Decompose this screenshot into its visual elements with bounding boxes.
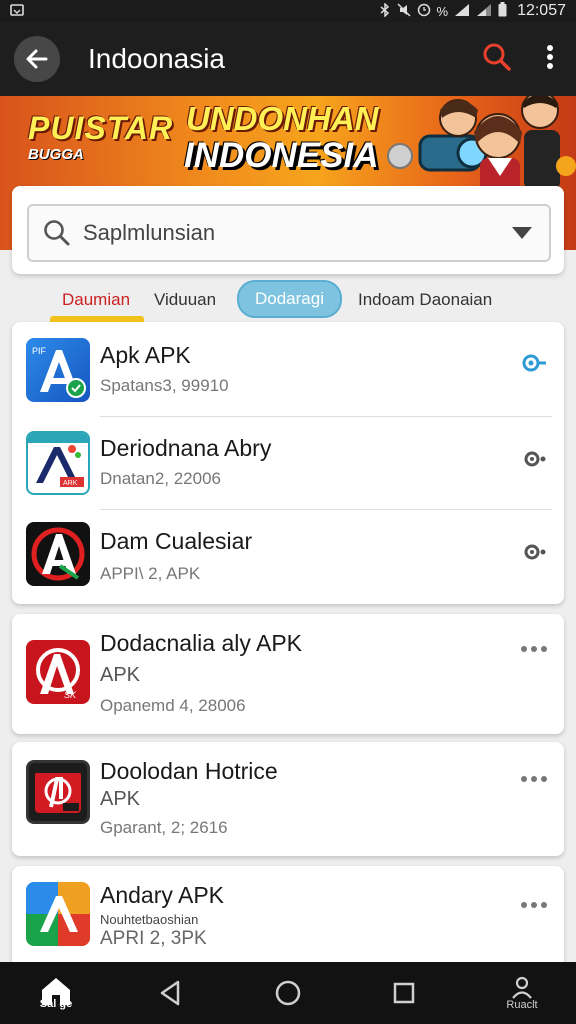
download-key-icon: [522, 354, 546, 372]
svg-text:PIF: PIF: [32, 346, 47, 356]
status-percent: %: [436, 3, 449, 19]
apk-a-teal-icon: ARK: [26, 431, 90, 495]
list-item[interactable]: Dam Cualesiar APPI\ 2, APK: [12, 510, 564, 604]
person-icon: [512, 976, 532, 999]
nav-home[interactable]: Sal ge: [22, 962, 90, 1024]
battery-icon: [498, 2, 507, 20]
mute-icon: [396, 2, 411, 20]
dropdown-arrow-icon[interactable]: [511, 226, 533, 240]
app-card[interactable]: SK Dodacnalia aly APK APK Opanemd 4, 280…: [12, 614, 564, 734]
search-field[interactable]: [27, 204, 551, 262]
app-title: Apk APK: [100, 342, 191, 368]
nav-back[interactable]: [150, 962, 190, 1024]
app-bar: Indoonasia: [0, 22, 576, 96]
svg-text:SK: SK: [64, 690, 77, 700]
app-subtitle: Opanemd 4, 28006: [100, 696, 246, 715]
apk-colorful-icon: [26, 882, 90, 946]
download-button[interactable]: [524, 542, 548, 567]
signal-icon: [454, 3, 470, 20]
apk-red-icon: SK: [26, 640, 90, 704]
triangle-back-icon: [160, 980, 180, 1006]
arrow-left-icon: [26, 49, 48, 69]
more-vert-icon: [547, 44, 553, 69]
nav-home-circle[interactable]: [268, 962, 308, 1024]
app-subtitle: Dnatan2, 22006: [100, 469, 221, 488]
banner-text-3: UNDONHAN: [186, 100, 379, 137]
tab-indoam-daonaian[interactable]: Indoam Daonaian: [358, 282, 492, 318]
more-options-button[interactable]: [520, 640, 548, 658]
banner-text-1: PUISTAR: [28, 110, 174, 146]
more-options-button[interactable]: [520, 770, 548, 788]
status-bar: % 12:057: [0, 0, 576, 22]
more-horiz-icon: [521, 902, 547, 908]
clock: 12:057: [517, 2, 566, 19]
svg-text:ARK: ARK: [63, 480, 78, 487]
download-key-icon: [524, 544, 546, 560]
app-title: Doolodan Hotrice: [100, 758, 278, 784]
more-horiz-icon: [521, 646, 547, 652]
notification-icon: [10, 3, 24, 20]
download-button[interactable]: [522, 352, 548, 379]
category-tabs: Daumian Viduuan Dodaragi Indoam Daonaian: [0, 278, 576, 322]
search-card: [12, 186, 564, 274]
app-subtitle: Spatans3, 99910: [100, 376, 229, 395]
nav-recents[interactable]: [384, 962, 424, 1024]
square-recents-icon: [393, 982, 415, 1004]
more-horiz-icon: [521, 776, 547, 782]
app-title: Dam Cualesiar: [100, 528, 253, 554]
tab-daumian[interactable]: Daumian: [62, 282, 130, 318]
app-subtitle: APPI\ 2, APK: [100, 564, 201, 583]
search-icon: [483, 43, 511, 71]
bluetooth-icon: [379, 1, 391, 20]
app-overlay-text: Nouhtetbaoshian: [100, 912, 199, 927]
app-title: Dodacnalia aly APK: [100, 630, 303, 656]
apk-black-red-icon: [26, 760, 90, 824]
app-type: APRI 2, 3PK: [100, 928, 207, 949]
app-subtitle: Gparant, 2; 2616: [100, 818, 228, 837]
nav-profile-label: Ruaclt: [506, 999, 538, 1011]
search-icon: [44, 220, 70, 246]
page-title: Indoonasia: [88, 43, 226, 74]
search-input[interactable]: [83, 220, 483, 246]
more-options-button[interactable]: [520, 896, 548, 914]
search-button[interactable]: [482, 42, 512, 77]
list-item[interactable]: PIF Apk APK Spatans3, 99910: [12, 322, 564, 416]
app-title: Andary APK: [100, 882, 225, 908]
back-button[interactable]: [14, 36, 60, 82]
app-type: APK: [100, 788, 141, 810]
download-button[interactable]: [524, 449, 548, 474]
list-item[interactable]: ARK Deriodnana Abry Dnatan2, 22006: [12, 417, 564, 509]
tab-dodaragi[interactable]: Dodaragi: [237, 280, 342, 318]
app-type: APK: [100, 664, 141, 686]
signal-icon-2: [476, 3, 492, 20]
download-key-icon: [524, 451, 546, 467]
apk-a-black-icon: [26, 522, 90, 586]
nav-profile[interactable]: Ruaclt: [494, 962, 550, 1024]
banner-text-2: BUGGA: [28, 146, 84, 163]
app-title: Deriodnana Abry: [100, 435, 272, 461]
app-card[interactable]: Doolodan Hotrice APK Gparant, 2; 2616: [12, 742, 564, 856]
circle-home-icon: [275, 980, 301, 1006]
apk-a-blue-icon: PIF: [26, 338, 90, 402]
banner-text-4: INDONESIA: [184, 136, 379, 175]
bottom-navigation: Sal ge Ruaclt: [0, 962, 576, 1024]
tab-viduuan[interactable]: Viduuan: [154, 282, 216, 318]
status-icons: % 12:057: [379, 1, 566, 20]
alarm-icon: [417, 3, 431, 20]
nav-home-label: Sal ge: [39, 998, 73, 1010]
overflow-menu-button[interactable]: [546, 44, 554, 75]
app-list-card: PIF Apk APK Spatans3, 99910 ARK Deriodna…: [12, 322, 564, 604]
